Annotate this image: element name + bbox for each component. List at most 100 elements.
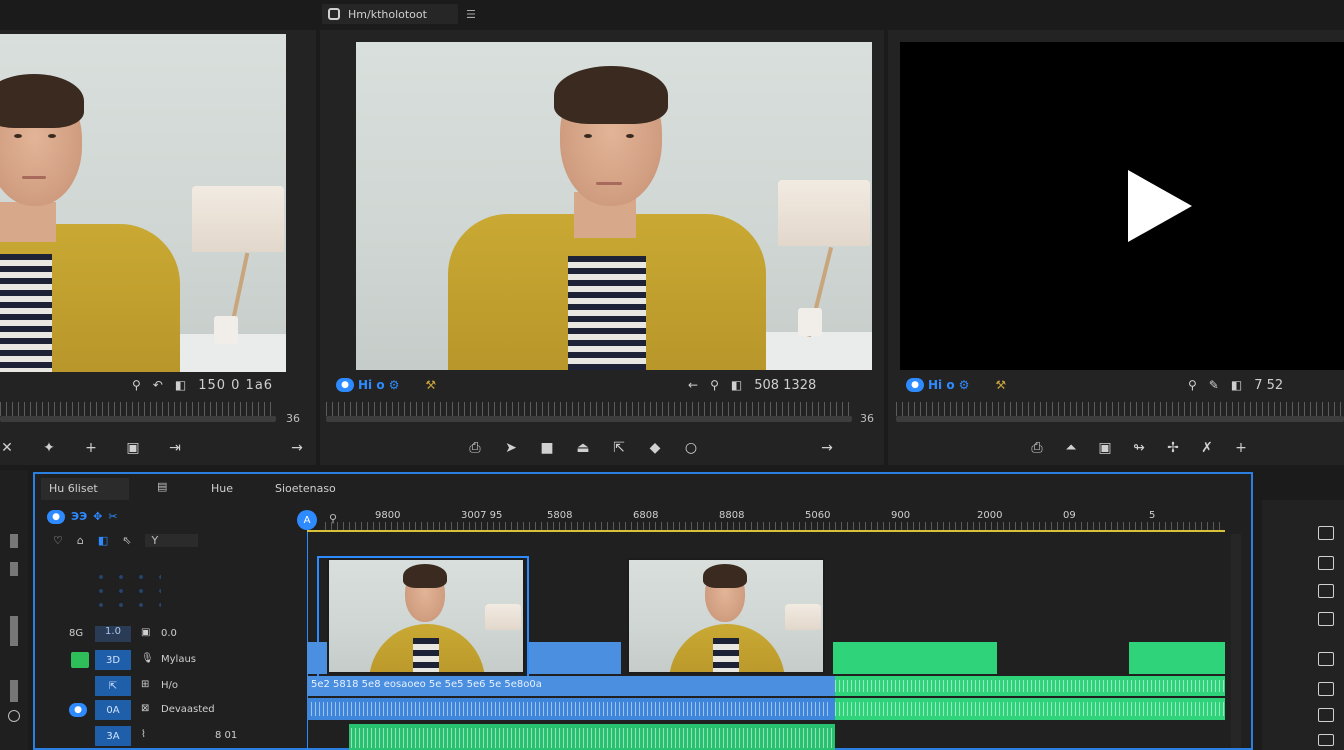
pen-icon[interactable]: ✎ [1209,378,1219,392]
timeline-scrollbar[interactable] [1231,534,1241,748]
wrench-icon[interactable]: ⚒ [425,378,436,392]
wrench-icon[interactable]: ⚒ [995,378,1006,392]
panel-icon[interactable] [1318,584,1334,598]
clip-name-strip[interactable]: 5e2 5818 5e8 eosaoeo 5e 5e5 5e6 5e 5e8o0… [307,676,835,696]
play-overlay-icon[interactable] [1128,170,1192,242]
marker-icon[interactable]: ◧ [731,378,742,392]
insert-icon[interactable]: + [1234,440,1248,456]
panel-icon[interactable] [1318,708,1334,722]
panel-icon[interactable] [1318,612,1334,626]
go-next-icon[interactable]: → [820,440,834,456]
track-target[interactable]: 3D [95,650,131,670]
heart-icon[interactable]: ♡ [53,534,63,547]
stop-icon[interactable]: ■ [540,440,554,456]
circle-icon[interactable] [8,710,20,722]
reference-video-frame[interactable] [900,42,1344,370]
settings-icon[interactable]: ⚙ [959,378,970,392]
zoom-icon[interactable]: ⚲ [710,378,719,392]
left-tool-strip [0,470,28,750]
extract-icon[interactable]: ➤ [504,440,518,456]
program-video-frame[interactable] [356,42,872,370]
lift-icon[interactable]: ⎙ [468,440,482,456]
link-icon[interactable]: ЭЭ [71,510,87,524]
waveform-icon[interactable]: ⌇ [141,729,146,740]
panel-icon[interactable] [1318,526,1334,540]
track-target[interactable]: ⇱ [95,676,131,696]
timeline-ruler[interactable] [325,522,1225,530]
program-ruler[interactable] [326,402,852,416]
solo-icon[interactable]: ● [69,703,87,717]
lift-icon[interactable]: ⎙ [1030,440,1044,456]
play-icon[interactable]: ◆ [648,440,662,456]
stop-icon[interactable]: ▣ [1098,440,1112,456]
tool-icon[interactable] [10,616,18,646]
panel-icon[interactable] [1318,734,1334,746]
tool-icon[interactable] [10,534,18,548]
add-marker-icon[interactable]: + [84,440,98,456]
ripple-icon[interactable]: ✥ [93,510,102,524]
target-icon[interactable]: ◧ [98,534,108,547]
eye-icon[interactable]: ▣ [141,627,150,638]
list-icon[interactable]: ▤ [157,480,167,493]
track-target[interactable]: 0A [95,700,131,720]
rewind-icon[interactable]: ⇱ [612,440,626,456]
audio-clip[interactable] [833,642,997,674]
add-marker-icon[interactable]: ✢ [1166,440,1180,456]
sync-lock-icon[interactable] [71,652,89,668]
zoom-icon[interactable]: ⚲ [132,378,141,392]
trim-icon[interactable]: ⏏ [576,440,590,456]
marker-icon[interactable]: ◧ [175,378,186,392]
panel-icon[interactable] [1318,652,1334,666]
mute-icon[interactable]: ⊞ [141,679,149,690]
insert-icon[interactable]: ⇥ [168,440,182,456]
panel-icon[interactable] [1318,556,1334,570]
tab-sequence[interactable]: Hu 6liset [41,478,129,500]
clip-thumbnail[interactable] [627,558,825,674]
pointer-icon[interactable]: ⇖ [122,534,131,547]
mic-icon[interactable]: 🎙 [141,653,154,664]
playhead-marker-icon[interactable]: A [297,510,317,530]
export-frame-icon[interactable]: ▣ [126,440,140,456]
project-tab[interactable]: Hm/ktholotoot [322,4,458,24]
back-arrow-icon[interactable]: ← [688,378,698,392]
program-scrub-track[interactable] [326,416,852,422]
settings-icon[interactable]: ⚙ [389,378,400,392]
step-back-icon[interactable]: ✦ [42,440,56,456]
video-clip[interactable] [307,642,327,674]
razor-icon[interactable]: ✂ [108,510,117,524]
track-target[interactable]: 3A [95,726,131,746]
track-toggle[interactable]: 1.0 [95,626,131,642]
tab-hue[interactable]: Hue [203,478,241,500]
record-toggle-icon[interactable]: ● [336,378,354,392]
ripple-icon[interactable]: ↬ [1132,440,1146,456]
undo-icon[interactable]: ↶ [153,378,163,392]
source-scrub-track[interactable] [0,416,276,422]
marker-icon[interactable]: ◧ [1231,378,1242,392]
audio-clip[interactable] [1129,642,1225,674]
source-ruler[interactable] [0,402,276,416]
loop-icon[interactable]: ○ [684,440,698,456]
lock-icon[interactable]: ⊠ [141,703,149,714]
snap-icon[interactable]: ● [47,510,65,524]
trim-icon[interactable]: ⏶ [1064,440,1078,456]
lock-icon[interactable]: ⌂ [77,534,84,547]
reference-scrub-track[interactable] [896,416,1344,422]
go-next-icon[interactable]: → [290,440,304,456]
zoom-icon[interactable]: ⚲ [1188,378,1197,392]
source-video-frame[interactable] [0,34,286,372]
clip-thumbnail[interactable] [327,558,525,674]
tab-settings[interactable]: Sioetenaso [267,478,344,500]
tool-icon[interactable] [10,562,18,576]
reference-ruler[interactable] [896,402,1344,416]
filter-dropdown[interactable]: Y [145,534,199,547]
track-name: Devaasted [161,704,215,715]
header-bar: Hm/ktholotoot ☰ [0,0,1344,30]
panel-icon[interactable] [1318,682,1334,696]
record-toggle-icon[interactable]: ● [906,378,924,392]
work-area-bar[interactable] [307,530,1225,532]
cut-icon[interactable]: ✗ [1200,440,1214,456]
video-clip[interactable] [529,642,621,674]
tab-menu-icon[interactable]: ☰ [466,8,476,21]
tool-icon[interactable] [10,680,18,702]
mark-in-icon[interactable]: ✕ [0,440,14,456]
